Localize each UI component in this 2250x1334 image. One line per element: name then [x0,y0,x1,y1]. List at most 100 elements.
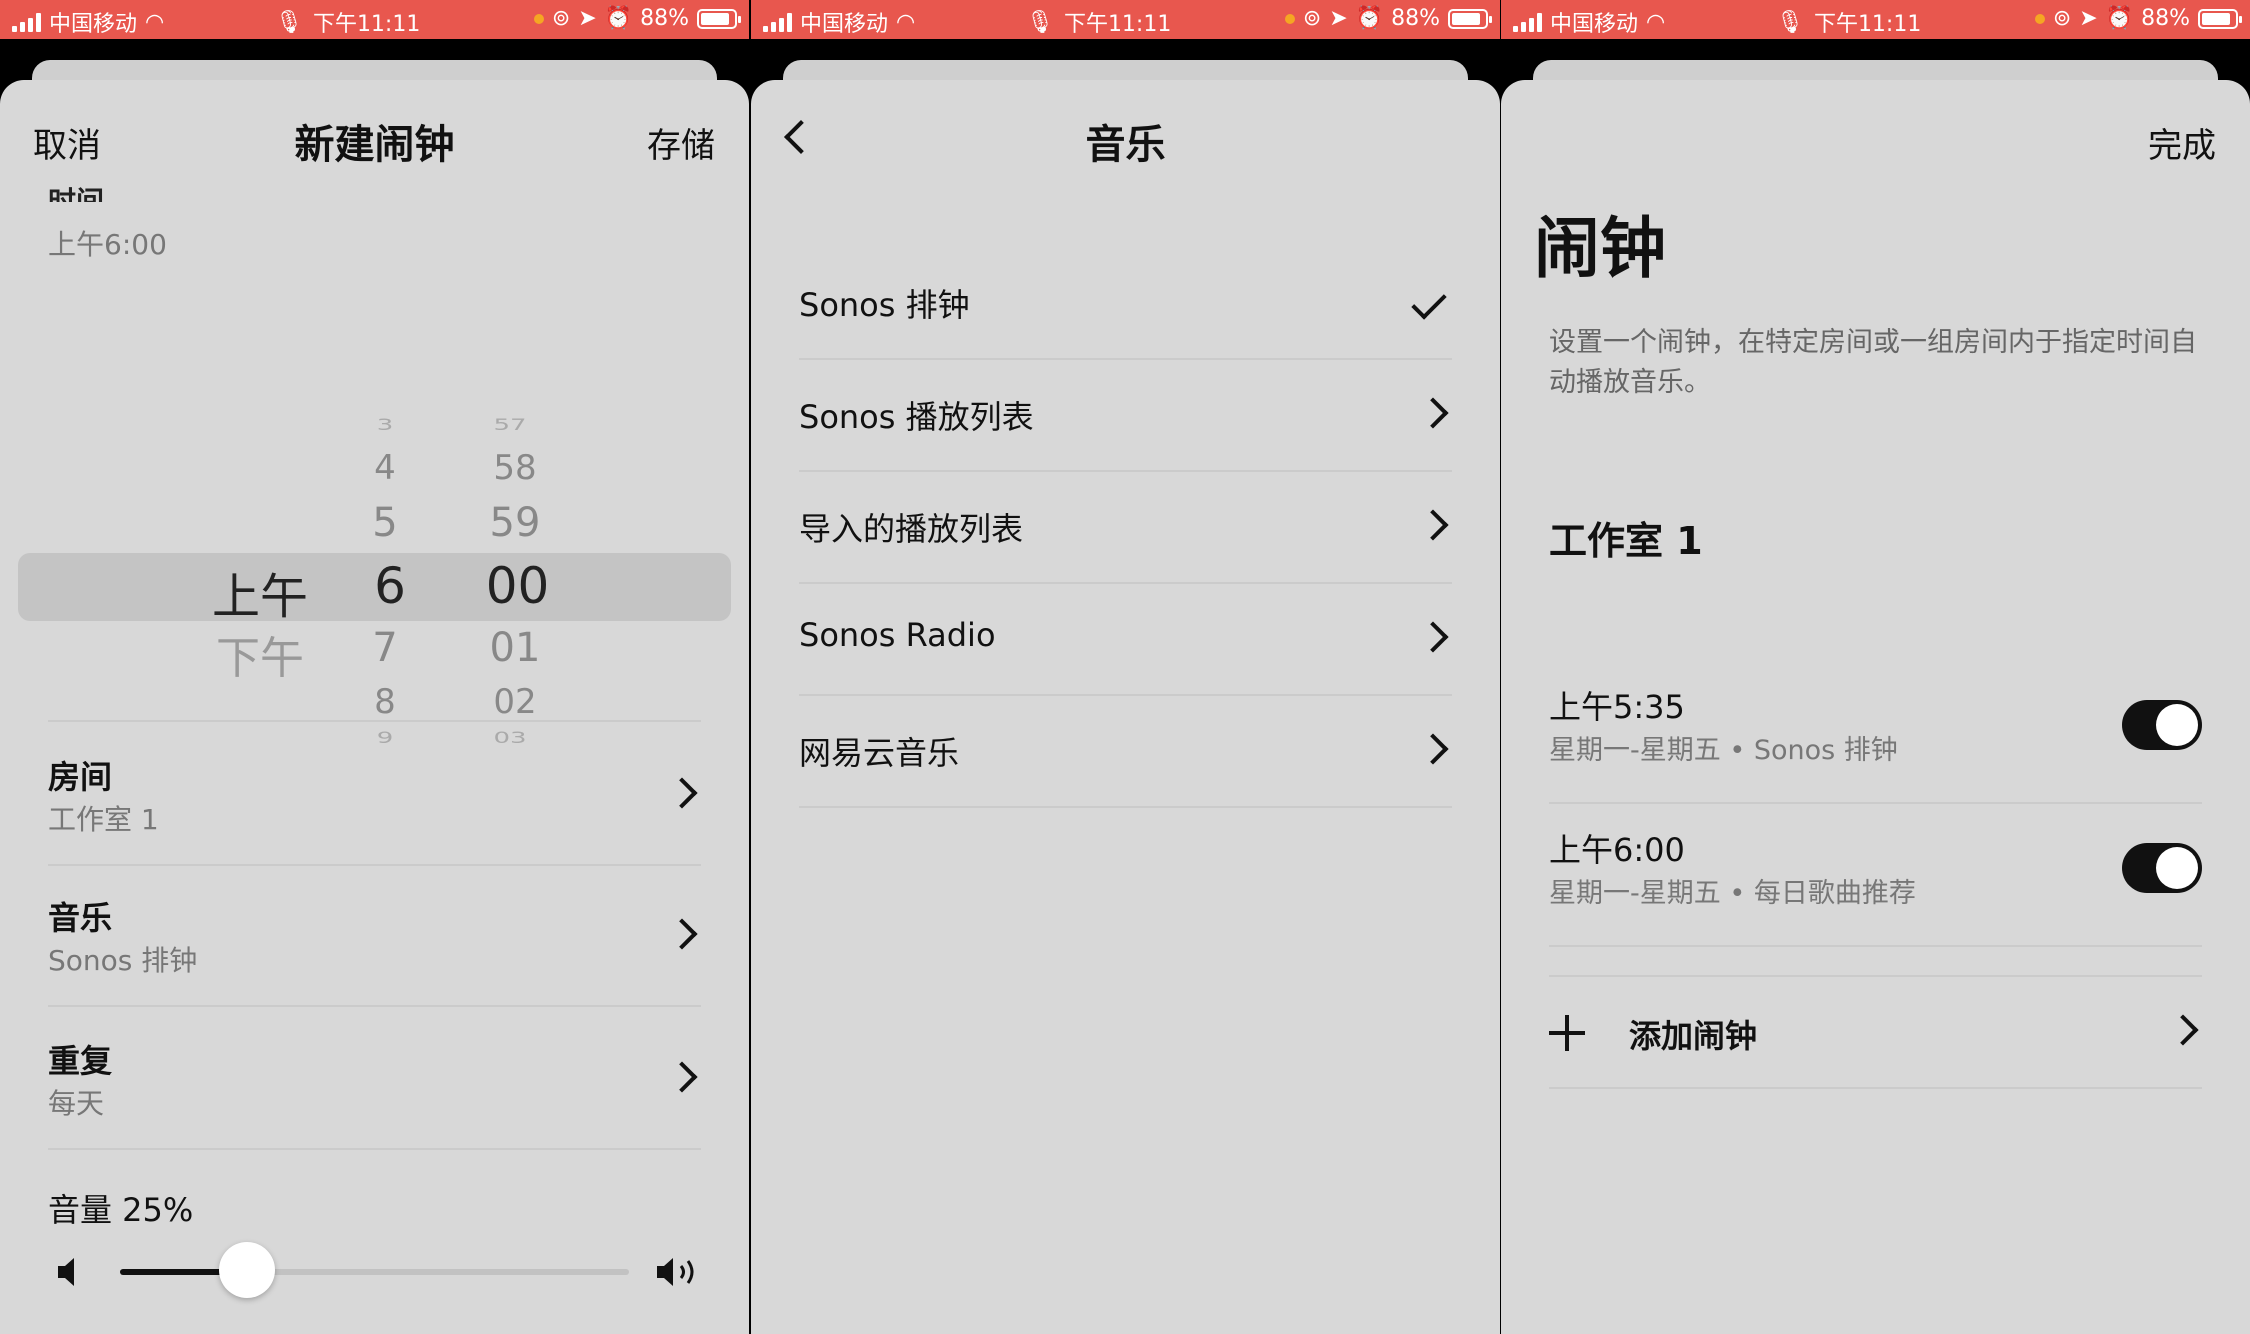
chevron-right-icon [1417,621,1449,653]
battery-percent: 88% [2141,6,2190,31]
lock-rotation-icon: ⊚ [551,6,571,31]
signal-icon [1513,12,1542,32]
alarm-time: 上午5:35 [1549,688,1685,726]
alarms-screen: 中国移动 ◠ 🎙 下午11:11 ⊚ ➤ ⏰ 88% 完成 闹钟 设置一个闹钟，… [1501,0,2250,1334]
alarm-icon: ⏰ [604,6,633,31]
picker-hour[interactable]: 3 [350,416,420,434]
wifi-icon: ◠ [1646,9,1666,35]
room-row-value: 工作室 1 [48,803,159,836]
status-bar: 中国移动 ◠ 🎙 下午11:11 ⊚ ➤ ⏰ 88% [0,0,749,39]
music-source-item[interactable]: Sonos 播放列表 [799,360,1452,472]
microphone-icon: 🎙 [275,9,303,35]
room-row[interactable]: 房间 工作室 1 [48,720,701,866]
volume-low-icon[interactable] [56,1255,84,1289]
alarm-icon: ⏰ [1355,6,1384,31]
carrier-label: 中国移动 [800,12,889,37]
volume-slider[interactable] [120,1242,629,1298]
signal-icon [763,12,792,32]
lock-rotation-icon: ⊚ [2052,6,2072,31]
alarms-description: 设置一个闹钟，在特定房间或一组房间内于指定时间自动播放音乐。 [1549,327,2197,398]
alarm-icon: ⏰ [2105,6,2134,31]
lock-rotation-icon: ⊚ [1302,6,1322,31]
location-icon: ➤ [2079,6,2098,31]
page-title: 音乐 [1085,122,1166,168]
picker-hour[interactable]: 7 [350,625,420,671]
alarm-detail: 星期一-星期五 • 每日歌曲推荐 [1549,878,1916,909]
picker-minute[interactable]: 02 [470,682,560,722]
picker-hour[interactable]: 8 [350,682,420,722]
alarms-sheet: 完成 闹钟 设置一个闹钟，在特定房间或一组房间内于指定时间自动播放音乐。 工作室… [1501,80,2250,1334]
add-alarm-button[interactable]: 添加闹钟 [1549,975,2202,1089]
microphone-icon: 🎙 [1776,9,1804,35]
chevron-right-icon [666,918,698,950]
chevron-right-icon [1417,509,1449,541]
status-time: 下午11:11 [1063,12,1172,37]
microphone-icon: 🎙 [1026,9,1054,35]
repeat-row-title: 重复 [48,1042,113,1080]
volume-slider-thumb[interactable] [219,1242,276,1298]
toggle-knob [2156,847,2198,889]
music-row[interactable]: 音乐 Sonos 排钟 [48,863,701,1007]
location-icon: ➤ [1329,6,1348,31]
toggle-knob [2156,704,2198,746]
alarm-toggle[interactable] [2122,700,2202,750]
chevron-right-icon [2167,1014,2199,1046]
music-source-item[interactable]: Sonos 排钟 [799,248,1452,360]
done-button[interactable]: 完成 [2148,118,2216,167]
time-label: 时间 [48,185,105,202]
volume-high-icon[interactable] [655,1255,705,1289]
plus-icon [1549,1015,1585,1051]
picker-hour-selected[interactable]: 6 [350,557,430,615]
room-row-title: 房间 [48,758,113,796]
battery-percent: 88% [640,6,689,31]
picker-minute[interactable]: 01 [470,625,560,671]
alarm-row[interactable]: 上午5:35 星期一-星期五 • Sonos 排钟 [1549,660,2202,804]
volume-label: 音量 25% [48,1191,194,1229]
time-picker[interactable]: 上午 下午 3 4 5 6 7 8 9 57 58 59 00 01 02 03 [0,320,749,747]
music-source-item[interactable]: Sonos Radio [799,584,1452,696]
picker-minute[interactable]: 59 [470,500,560,546]
music-row-title: 音乐 [48,899,113,937]
status-time: 下午11:11 [312,12,421,37]
wifi-icon: ◠ [896,9,916,35]
save-button[interactable]: 存储 [647,118,715,167]
alarm-detail: 星期一-星期五 • Sonos 排钟 [1549,735,1898,766]
back-icon[interactable] [784,120,818,154]
picker-ampm-selected[interactable]: 上午 [200,557,320,627]
status-bar: 中国移动 ◠ 🎙 下午11:11 ⊚ ➤ ⏰ 88% [751,0,1500,39]
page-title: 闹钟 [1534,210,1666,287]
cancel-button[interactable]: 取消 [33,118,101,167]
picker-minute[interactable]: 57 [470,416,550,434]
repeat-row-value: 每天 [48,1087,105,1120]
picker-minute-selected[interactable]: 00 [465,557,570,615]
new-alarm-screen: 中国移动 ◠ 🎙 下午11:11 ⊚ ➤ ⏰ 88% 取消 新建闹钟 存储 时间… [0,0,749,1334]
carrier-label: 中国移动 [49,12,138,37]
music-source-label: 网易云音乐 [799,734,960,772]
music-row-value: Sonos 排钟 [48,944,198,977]
wifi-icon: ◠ [145,9,165,35]
picker-hour[interactable]: 5 [350,500,420,546]
room-heading: 工作室 1 [1549,519,1703,563]
chevron-right-icon [1417,397,1449,429]
recording-dot-icon [1284,13,1295,24]
music-source-label: 导入的播放列表 [799,510,1024,548]
page-title: 新建闹钟 [294,122,455,168]
time-value: 上午6:00 [48,228,167,261]
chevron-right-icon [666,1061,698,1093]
alarm-row[interactable]: 上午6:00 星期一-星期五 • 每日歌曲推荐 [1549,803,2202,947]
music-source-item[interactable]: 导入的播放列表 [799,472,1452,584]
carrier-label: 中国移动 [1550,12,1639,37]
picker-hour[interactable]: 4 [350,448,420,488]
alarm-toggle[interactable] [2122,843,2202,893]
music-source-label: Sonos Radio [799,616,996,654]
battery-icon [1448,8,1492,29]
new-alarm-sheet: 取消 新建闹钟 存储 时间 上午6:00 上午 下午 3 4 5 6 7 8 9… [0,80,749,1334]
picker-ampm-option[interactable]: 下午 [200,622,320,686]
repeat-row[interactable]: 重复 每天 [48,1006,701,1150]
battery-icon [2198,8,2242,29]
music-source-item[interactable]: 网易云音乐 [799,696,1452,808]
music-screen: 中国移动 ◠ 🎙 下午11:11 ⊚ ➤ ⏰ 88% 音乐 Sonos 排钟 S… [751,0,1500,1334]
alarm-time: 上午6:00 [1549,831,1685,869]
picker-minute[interactable]: 58 [470,448,560,488]
status-time: 下午11:11 [1813,12,1922,37]
